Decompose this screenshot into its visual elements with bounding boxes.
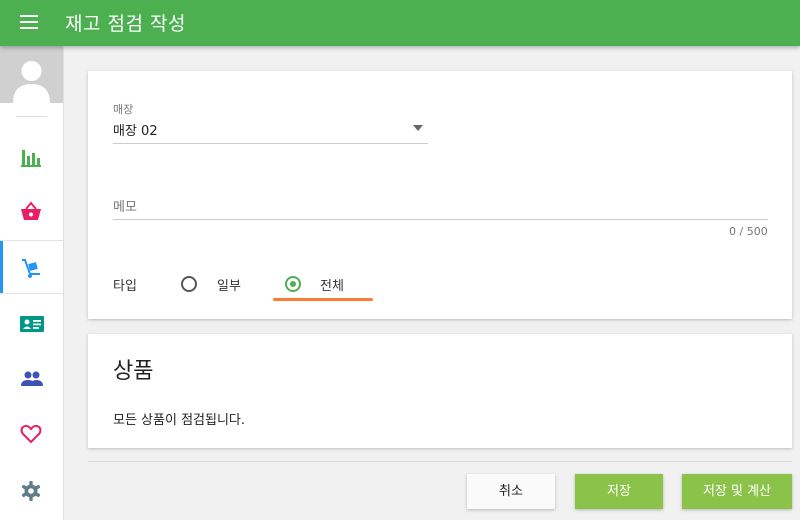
save-and-calculate-button[interactable]: 저장 및 계산 [682, 474, 792, 509]
save-button[interactable]: 저장 [575, 474, 663, 509]
id-card-icon [20, 316, 44, 332]
type-option-all-label[interactable]: 전체 [320, 275, 344, 294]
heart-icon [20, 424, 42, 444]
memo-counter: 0 / 500 [729, 225, 768, 238]
sidebar [0, 46, 64, 520]
store-select[interactable]: 매장 02 [113, 120, 428, 142]
hand-truck-icon [22, 259, 40, 278]
sidebar-item-inventory[interactable] [0, 240, 63, 294]
bar-chart-icon [21, 150, 41, 167]
sidebar-item-stats[interactable] [0, 130, 63, 184]
dropdown-arrow-icon [413, 125, 423, 131]
sidebar-divider [16, 116, 47, 117]
type-label: 타입 [113, 279, 137, 294]
products-card [88, 334, 792, 448]
people-icon [21, 371, 43, 386]
basket-icon [21, 201, 41, 220]
actions-divider [88, 461, 792, 462]
focus-indicator [273, 298, 373, 301]
memo-input[interactable]: 메모 [113, 196, 768, 218]
cancel-button[interactable]: 취소 [467, 474, 555, 509]
type-radio-all[interactable] [285, 276, 301, 292]
sidebar-item-users[interactable] [0, 352, 63, 406]
memo-underline [113, 219, 768, 220]
type-radio-partial[interactable] [181, 276, 197, 292]
products-title: 상품 [113, 359, 154, 384]
avatar[interactable] [0, 46, 63, 103]
products-message: 모든 상품이 점검됩니다. [113, 413, 245, 428]
store-label: 매장 [113, 103, 134, 116]
store-value: 매장 02 [113, 124, 158, 139]
sidebar-item-settings[interactable] [0, 464, 63, 518]
store-underline [113, 143, 428, 144]
sidebar-item-basket[interactable] [0, 185, 63, 239]
menu-icon[interactable] [20, 15, 42, 31]
gear-icon [21, 481, 41, 501]
avatar-icon [13, 61, 50, 103]
page-title: 재고 점검 작성 [65, 13, 186, 35]
sidebar-item-favorites[interactable] [0, 407, 63, 461]
app-bar: 재고 점검 작성 [0, 0, 800, 46]
type-option-partial-label[interactable]: 일부 [217, 275, 241, 294]
sidebar-item-contacts[interactable] [0, 297, 63, 351]
